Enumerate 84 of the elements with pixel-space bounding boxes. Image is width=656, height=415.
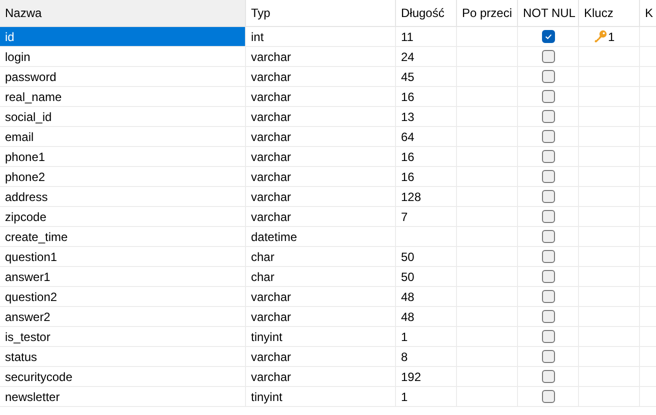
- checkbox[interactable]: [542, 350, 554, 363]
- table-cell: 24: [396, 47, 457, 67]
- column-header[interactable]: Po przeci: [457, 0, 518, 27]
- table-cell: varchar: [246, 207, 396, 227]
- table-cell[interactable]: password: [0, 67, 246, 87]
- table-cell: 128: [396, 187, 457, 207]
- table-cell: varchar: [246, 307, 396, 327]
- checkbox[interactable]: [542, 250, 554, 263]
- table-cell: 1: [396, 387, 457, 407]
- checkbox[interactable]: [542, 310, 554, 323]
- checkbox[interactable]: [542, 110, 554, 123]
- table-cell[interactable]: id: [0, 27, 246, 47]
- table-cell: char: [246, 247, 396, 267]
- table-cell: varchar: [246, 47, 396, 67]
- checkmark-icon: [544, 32, 552, 41]
- table-cell: 13: [396, 107, 457, 127]
- checkbox[interactable]: [542, 90, 554, 103]
- table-cell: 48: [396, 287, 457, 307]
- checkbox[interactable]: [542, 30, 554, 43]
- checkbox[interactable]: [542, 190, 554, 203]
- table-cell: 7: [396, 207, 457, 227]
- table-cell: varchar: [246, 87, 396, 107]
- checkbox[interactable]: [542, 370, 554, 383]
- checkbox[interactable]: [542, 70, 554, 83]
- table-cell: 11: [396, 27, 457, 47]
- table-cell[interactable]: create_time: [0, 227, 246, 247]
- table-cell[interactable]: phone1: [0, 147, 246, 167]
- table-cell: int: [246, 27, 396, 47]
- table-cell[interactable]: answer2: [0, 307, 246, 327]
- table-cell: varchar: [246, 107, 396, 127]
- checkbox[interactable]: [542, 50, 554, 63]
- table-cell: tinyint: [246, 387, 396, 407]
- checkbox[interactable]: [542, 230, 554, 243]
- column-header[interactable]: NOT NUL: [518, 0, 579, 27]
- table-cell: varchar: [246, 67, 396, 87]
- table-cell: varchar: [246, 287, 396, 307]
- table-cell: varchar: [246, 167, 396, 187]
- table-cell: 16: [396, 167, 457, 187]
- table-cell: 8: [396, 347, 457, 367]
- table-cell[interactable]: email: [0, 127, 246, 147]
- table-cell: 16: [396, 147, 457, 167]
- table-cell[interactable]: social_id: [0, 107, 246, 127]
- checkbox[interactable]: [542, 270, 554, 283]
- table-cell: 45: [396, 67, 457, 87]
- column-header[interactable]: Nazwa: [0, 0, 246, 27]
- key-number: 1: [608, 30, 615, 44]
- table-cell[interactable]: status: [0, 347, 246, 367]
- table-cell: 192: [396, 367, 457, 387]
- table-cell: varchar: [246, 127, 396, 147]
- table-cell[interactable]: newsletter: [0, 387, 246, 407]
- table-cell[interactable]: phone2: [0, 167, 246, 187]
- checkbox[interactable]: [542, 170, 554, 183]
- table-cell[interactable]: address: [0, 187, 246, 207]
- table-cell[interactable]: zipcode: [0, 207, 246, 227]
- table-cell: 48: [396, 307, 457, 327]
- table-cell: char: [246, 267, 396, 287]
- table-cell[interactable]: securitycode: [0, 367, 246, 387]
- table-cell: varchar: [246, 187, 396, 207]
- table-cell: varchar: [246, 367, 396, 387]
- checkbox[interactable]: [542, 390, 554, 403]
- key-icon: [593, 30, 607, 44]
- column-header[interactable]: Długość: [396, 0, 457, 27]
- table-cell: 16: [396, 87, 457, 107]
- table-cell: tinyint: [246, 327, 396, 347]
- checkbox[interactable]: [542, 290, 554, 303]
- column-header[interactable]: Typ: [246, 0, 396, 27]
- table-cell[interactable]: question2: [0, 287, 246, 307]
- table-cell[interactable]: login: [0, 47, 246, 67]
- checkbox[interactable]: [542, 130, 554, 143]
- table-cell[interactable]: answer1: [0, 267, 246, 287]
- table-cell: 64: [396, 127, 457, 147]
- table-cell: datetime: [246, 227, 396, 247]
- column-header[interactable]: Klucz: [579, 0, 640, 27]
- table-cell: varchar: [246, 347, 396, 367]
- table-cell: 50: [396, 247, 457, 267]
- table-cell: 50: [396, 267, 457, 287]
- table-cell: 1: [396, 327, 457, 347]
- checkbox[interactable]: [542, 150, 554, 163]
- table-cell[interactable]: real_name: [0, 87, 246, 107]
- checkbox[interactable]: [542, 210, 554, 223]
- table-cell[interactable]: is_testor: [0, 327, 246, 347]
- table-cell: varchar: [246, 147, 396, 167]
- table-cell[interactable]: question1: [0, 247, 246, 267]
- checkbox[interactable]: [542, 330, 554, 343]
